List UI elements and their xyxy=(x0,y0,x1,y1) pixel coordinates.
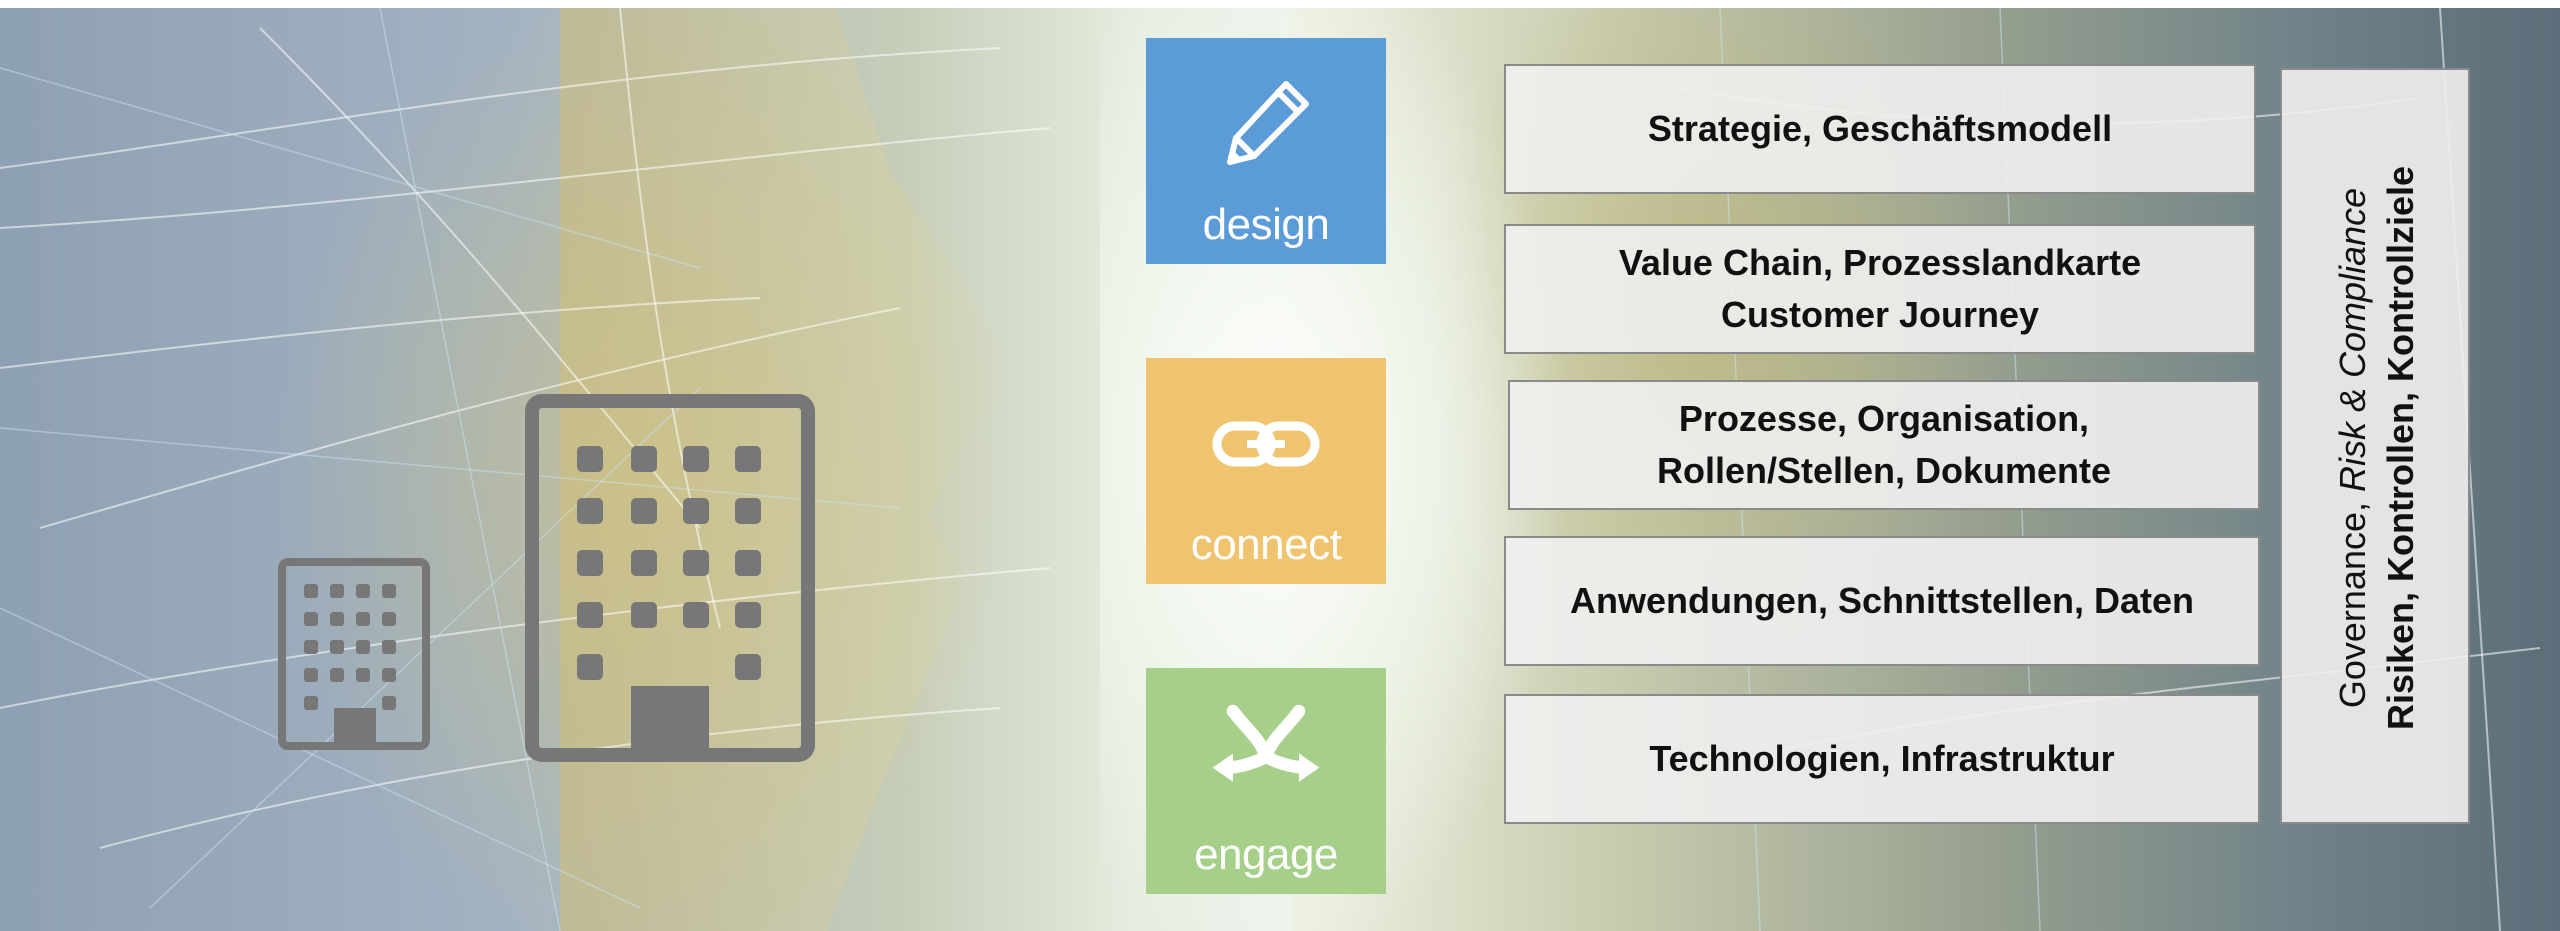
layer-value-chain-line1: Value Chain, Prozesslandkarte xyxy=(1618,242,2142,283)
layer-strategy: Strategie, Geschäftsmodell xyxy=(1504,64,2256,194)
layer-applications-text: Anwendungen, Schnittstellen, Daten xyxy=(1569,580,2195,621)
grc-box: Governance, Risk & Compliance Risiken, K… xyxy=(2280,68,2470,824)
grc-governance: Governance, xyxy=(2332,491,2373,709)
layer-value-chain-line2: Customer Journey xyxy=(1720,294,2040,335)
layer-technologies: Technologien, Infrastruktur xyxy=(1504,694,2260,824)
grc-risk-compliance: Risk & Compliance xyxy=(2332,187,2373,492)
layer-processes-line1: Prozesse, Organisation, xyxy=(1678,398,2090,439)
connect-tile: connect xyxy=(1146,358,1386,584)
chain-link-icon xyxy=(1211,394,1321,494)
design-tile: design xyxy=(1146,38,1386,264)
layer-applications: Anwendungen, Schnittstellen, Daten xyxy=(1504,536,2260,666)
design-label: design xyxy=(1202,200,1330,249)
connect-label: connect xyxy=(1190,520,1342,569)
diagram-canvas: design connect engage Strategie, Geschäf… xyxy=(0,0,2560,931)
layer-processes-line2: Rollen/Stellen, Dokumente xyxy=(1656,450,2112,491)
merge-arrows-icon xyxy=(1211,698,1321,798)
grc-line1: Governance, Risk & Compliance xyxy=(2329,166,2377,730)
large-building-icon xyxy=(525,394,815,762)
layer-processes: Prozesse, Organisation, Rollen/Stellen, … xyxy=(1508,380,2260,510)
layer-strategy-text: Strategie, Geschäftsmodell xyxy=(1647,108,2113,149)
grc-text: Governance, Risk & Compliance Risiken, K… xyxy=(2329,166,2425,730)
engage-label: engage xyxy=(1194,830,1338,879)
small-building-icon xyxy=(278,558,430,750)
layer-technologies-text: Technologien, Infrastruktur xyxy=(1649,738,2115,779)
layer-value-chain: Value Chain, Prozesslandkarte Customer J… xyxy=(1504,224,2256,354)
pencil-icon xyxy=(1211,74,1321,174)
grc-line2: Risiken, Kontrollen, Kontrollziele xyxy=(2380,165,2421,731)
engage-tile: engage xyxy=(1146,668,1386,894)
